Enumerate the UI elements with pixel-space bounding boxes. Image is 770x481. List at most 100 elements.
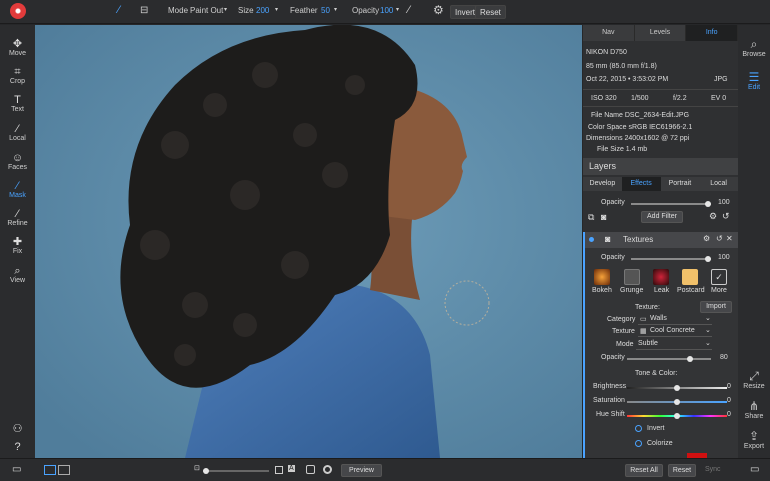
camera-icon[interactable]: ◙ [601,212,606,222]
layer-tabs: Develop Effects Portrait Local [583,177,738,191]
texture-opacity2-label: Opacity [601,354,625,361]
magic-wand-icon[interactable]: ⁄ [408,4,410,16]
tool-label: Text [11,106,24,113]
undo-icon[interactable]: ↺ [722,211,730,222]
reset-all-button[interactable]: Reset All [625,464,663,477]
saturation-value[interactable]: 0 [727,397,731,404]
overlay-icon[interactable] [323,465,332,474]
opacity-value[interactable]: 100 [380,6,393,15]
chevron-down-icon[interactable]: ▾ [396,6,399,13]
more-presets-icon[interactable]: ✓ [711,269,727,285]
tool-local[interactable]: ⁄ Local [0,123,35,142]
preset-postcard[interactable]: Postcard [677,287,705,294]
tool-fix[interactable]: ✚ Fix [0,236,35,255]
fit-icon[interactable] [275,466,283,474]
account-icon[interactable]: ⚇ [0,423,35,435]
category-select[interactable]: ▭ Walls ⌄ [638,315,712,325]
add-filter-button[interactable]: Add Filter [641,211,683,223]
grunge-preset-icon[interactable] [624,269,640,285]
tool-resize[interactable]: ⤢ Resize [738,370,770,391]
preview-button[interactable]: Preview [341,464,382,477]
zoom-slider[interactable] [203,468,269,474]
invert-radio[interactable] [635,425,642,432]
tool-move[interactable]: ✥ Move [0,38,35,57]
texture-opacity-slider[interactable] [631,256,711,262]
tab-levels[interactable]: Levels [635,25,687,41]
mask-options-icon[interactable]: ⊟ [140,5,148,16]
tab-develop[interactable]: Develop [583,177,622,191]
texture-opacity2-slider[interactable] [627,356,711,362]
tab-nav[interactable]: Nav [583,25,635,41]
tool-browse[interactable]: ⌕ Browse [738,37,770,59]
reset-bottom-button[interactable]: Reset [668,464,696,477]
preset-grunge[interactable]: Grunge [620,287,643,294]
gear-icon[interactable]: ⚙ [703,234,710,243]
gear-icon[interactable]: ⚙ [433,3,444,17]
saturation-slider[interactable] [627,399,727,405]
tool-mask[interactable]: ⁄ Mask [0,180,35,199]
compare-view-icon[interactable] [58,465,70,475]
help-icon[interactable]: ? [0,441,35,453]
tool-refine[interactable]: ⁄ Refine [0,208,35,227]
tab-portrait[interactable]: Portrait [660,177,700,191]
single-view-icon[interactable] [44,465,56,475]
actual-size-icon[interactable]: A [288,465,295,472]
preset-bokeh[interactable]: Bokeh [592,287,612,294]
preset-more[interactable]: More [711,287,727,294]
exposure-row: ISO 320 1/500 f/2.2 EV 0 [583,89,738,107]
file-format: JPG [714,76,728,83]
tool-faces[interactable]: ☺ Faces [0,152,35,171]
gear-icon[interactable]: ⚙ [709,211,717,222]
chevron-down-icon[interactable]: ▾ [275,6,278,13]
textures-header[interactable]: ◙ Textures ⚙ ↺ ✕ [583,232,738,248]
mask-view-icon[interactable] [306,465,315,474]
tool-text[interactable]: T Text [0,94,35,113]
texture-opacity2-value[interactable]: 80 [720,354,728,361]
close-icon[interactable]: ✕ [726,234,733,243]
layer-opacity-value[interactable]: 100 [718,199,730,206]
right-panel: Nav Levels Info NIKON D750 85 mm (85.0 m… [583,25,739,458]
tool-label: Fix [12,248,23,255]
photo-canvas[interactable] [35,25,582,458]
hue-shift-value[interactable]: 0 [727,411,731,418]
brightness-value[interactable]: 0 [727,383,731,390]
chevron-down-icon[interactable]: ▾ [334,6,337,13]
enable-dot-icon[interactable] [589,237,594,242]
tool-share[interactable]: ⋔ Share [738,400,770,421]
tool-edit[interactable]: ☰ Edit [738,71,770,92]
sync-button[interactable]: Sync [705,466,721,473]
mode-dropdown[interactable]: Paint Out [190,6,223,15]
undo-icon[interactable]: ↺ [716,234,723,243]
blend-mode-select[interactable]: Subtle ⌄ [636,340,712,350]
postcard-preset-icon[interactable] [682,269,698,285]
dimensions: Dimensions 2400x1602 @ 72 ppi [586,135,690,142]
feather-value[interactable]: 50 [321,6,330,15]
brightness-slider[interactable] [627,385,727,391]
texture-opacity-value[interactable]: 100 [718,254,730,261]
reset-button[interactable]: Reset [475,5,506,19]
tab-local[interactable]: Local [699,177,738,191]
tab-effects[interactable]: Effects [621,177,661,191]
browse-icon: ⌕ [750,37,758,51]
brush-tool-icon[interactable]: ⁄ [118,4,120,16]
leak-preset-icon[interactable] [653,269,669,285]
panel-toggle-icon[interactable]: ▭ [12,464,21,475]
layer-icon[interactable]: ⧉ [588,212,594,223]
file-name: File Name DSC_2634-Edit.JPG [591,112,690,119]
tool-crop[interactable]: ⌗ Crop [0,66,35,85]
tab-info[interactable]: Info [686,25,739,41]
panel-toggle-right-icon[interactable]: ▭ [750,464,759,475]
tool-export[interactable]: ⇪ Export [738,430,770,451]
size-value[interactable]: 200 [256,6,269,15]
import-button[interactable]: Import [700,301,732,313]
preset-leak[interactable]: Leak [654,287,669,294]
colorize-label: Colorize [647,440,673,447]
tool-view[interactable]: ⌕ View [0,265,35,284]
texture-select[interactable]: ▦ Cool Concrete ⌄ [638,327,712,337]
bokeh-preset-icon[interactable] [594,269,610,285]
chevron-down-icon[interactable]: ▾ [224,6,227,13]
hue-shift-slider[interactable] [627,413,727,419]
colorize-radio[interactable] [635,440,642,447]
layer-opacity-slider[interactable] [631,201,711,207]
zoom-out-icon[interactable]: ⊡ [194,464,200,472]
